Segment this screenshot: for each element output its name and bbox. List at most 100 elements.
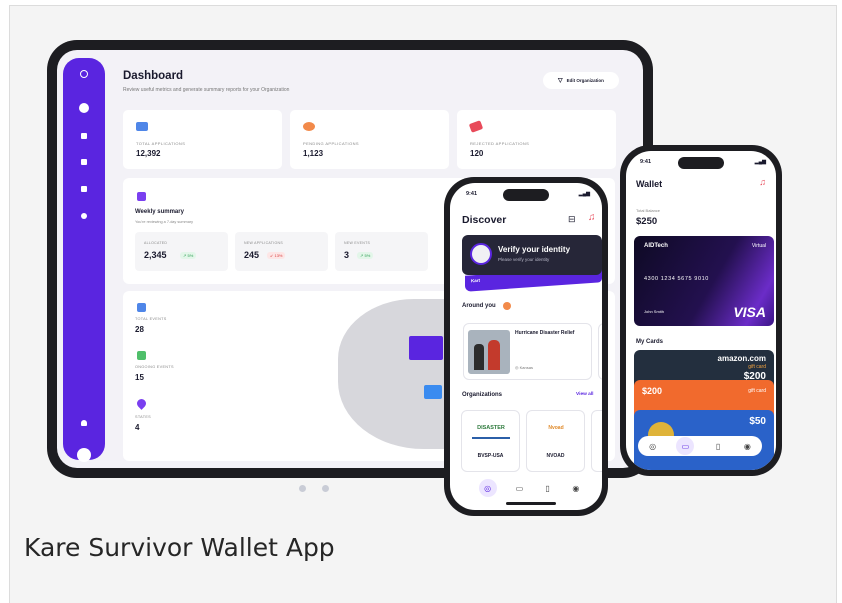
folder-icon[interactable]: ▭ [514,483,525,494]
stat-label: PENDING APPLICATIONS [303,141,359,146]
card-number: 4300 1234 5675 9010 [644,276,709,282]
gift-card-value: $50 [749,416,766,427]
weekly-stat-new-applications: NEW APPLICATIONS 245 ↙ 13% [235,232,328,271]
discover-screen: 9:41 ▂▄▆ Discover ⊟ ♫ Kart Verify your i… [450,183,602,510]
carousel-dot[interactable] [322,485,329,492]
logo-icon [80,70,88,78]
verify-identity-card[interactable]: Verify your identity Please verify your … [462,235,602,275]
tab-bar: ◎ ▭ ▯ ◉ [470,478,590,498]
event-card[interactable]: Hurricane Disaster Relief ◎ Kansas [463,323,592,380]
filter-icon: ▽ [558,78,563,84]
carousel-dot[interactable] [299,485,306,492]
mini-value: 3 [344,250,350,260]
org-logo: Nvoad [548,425,564,431]
phone-notch [503,189,549,201]
signal-icon: ▂▄▆ [754,159,766,165]
phone-notch [678,157,724,169]
avatar[interactable] [77,448,91,462]
event-stat-value: 15 [135,373,144,382]
organizations-title: Organizations [462,392,503,398]
org-logo: DISASTER [472,425,510,439]
rejected-icon [468,120,484,133]
compass-icon[interactable]: ◎ [478,479,497,497]
mini-label: NEW EVENTS [344,241,371,245]
weekly-summary-subtitle: You're reviewing a 7-day summary [135,220,193,224]
status-time: 9:41 [640,159,652,165]
stat-value: 1,123 [303,149,324,158]
event-stat-label: TOTAL EVENTS [135,317,167,321]
card-tag: Virtual [751,243,766,249]
event-card-peek[interactable] [598,323,602,380]
gift-card-value: $200 [642,386,663,396]
page-title: Dashboard [123,70,184,82]
trend-badge: ↗ 5% [357,252,374,259]
org-name: BVSP-USA [477,453,504,459]
document-icon[interactable]: ▯ [542,483,553,494]
event-location: ◎ Kansas [515,365,533,370]
mini-value: 2,345 [144,250,167,260]
calendar-icon [137,192,146,201]
around-you-badge [503,302,511,310]
image-caption: Kare Survivor Wallet App [24,533,335,562]
stat-value: 120 [470,149,484,158]
discover-title: Discover [462,214,507,226]
mini-label: ALLOCATED [144,241,168,245]
view-all-link[interactable]: View all [576,392,594,397]
inbox-icon[interactable] [81,133,87,139]
document-icon[interactable]: ▯ [713,441,724,452]
map-highlight-region [424,385,442,399]
status-time: 9:41 [466,191,478,197]
event-location-text: Kansas [519,365,533,370]
stat-card-total-applications: TOTAL APPLICATIONS 12,392 [123,110,282,169]
fingerprint-icon[interactable]: ◉ [742,441,753,452]
location-pin-icon: ◎ [515,365,519,370]
verify-subtitle: Please verify your identity [498,257,550,262]
event-stat-value: 4 [135,423,140,432]
gift-card-label: gift card [748,364,766,370]
home-indicator [506,502,556,505]
weekly-stat-new-events: NEW EVENTS 3 ↗ 5% [335,232,428,271]
org-card-peek[interactable] [591,410,602,472]
bell-icon[interactable]: ♫ [588,212,596,223]
folder-icon[interactable]: ▭ [676,437,695,455]
wallet-title: Wallet [636,179,663,189]
settings-icon[interactable] [81,213,87,219]
org-card[interactable]: Nvoad NVOAD [526,410,585,472]
lock-icon[interactable] [81,159,87,165]
virtual-visa-card[interactable]: AIDTech Virtual 4300 1234 5675 9010 John… [634,236,774,326]
around-you-title: Around you [462,303,496,309]
scan-icon[interactable]: ⊟ [568,214,576,225]
check-icon[interactable] [81,186,87,192]
stat-label: TOTAL APPLICATIONS [136,141,186,146]
mini-value: 245 [244,250,260,260]
event-name: Hurricane Disaster Relief [515,330,575,336]
compass-icon[interactable]: ◎ [647,441,658,452]
org-card[interactable]: DISASTER BVSP-USA [461,410,520,472]
stat-label: REJECTED APPLICATIONS [470,141,530,146]
sidebar [63,58,105,462]
weekly-summary-title: Weekly summary [135,209,184,215]
event-photo [468,330,510,374]
my-cards-title: My Cards [636,339,664,345]
edit-organization-button[interactable]: ▽ Edit Organization [543,72,619,89]
home-icon[interactable] [79,103,89,113]
page-subtitle: Review useful metrics and generate summa… [123,87,290,93]
phone-wallet: 9:41 ▂▄▆ Wallet ♫ Total Balance $250 AID… [620,145,782,476]
mini-label: NEW APPLICATIONS [244,241,283,245]
bell-icon[interactable] [81,420,87,426]
bell-icon[interactable]: ♫ [759,177,766,187]
balance-label: Total Balance [636,208,661,213]
verify-band-label: Kart [471,277,481,284]
location-pin-icon [135,397,148,410]
calendar-icon [137,351,146,360]
fingerprint-icon[interactable]: ◉ [570,483,581,494]
phone-discover: 9:41 ▂▄▆ Discover ⊟ ♫ Kart Verify your i… [444,177,608,516]
balance-value: $250 [636,216,658,227]
event-stat-label: ONGOING EVENTS [135,365,174,369]
stat-card-pending-applications: PENDING APPLICATIONS 1,123 [290,110,449,169]
user-avatar-icon [470,243,492,265]
trend-badge: ↗ 5% [180,252,197,259]
wallet-screen: 9:41 ▂▄▆ Wallet ♫ Total Balance $250 AID… [626,151,776,470]
edit-organization-label: Edit Organization [566,78,604,83]
calendar-icon [137,303,146,312]
